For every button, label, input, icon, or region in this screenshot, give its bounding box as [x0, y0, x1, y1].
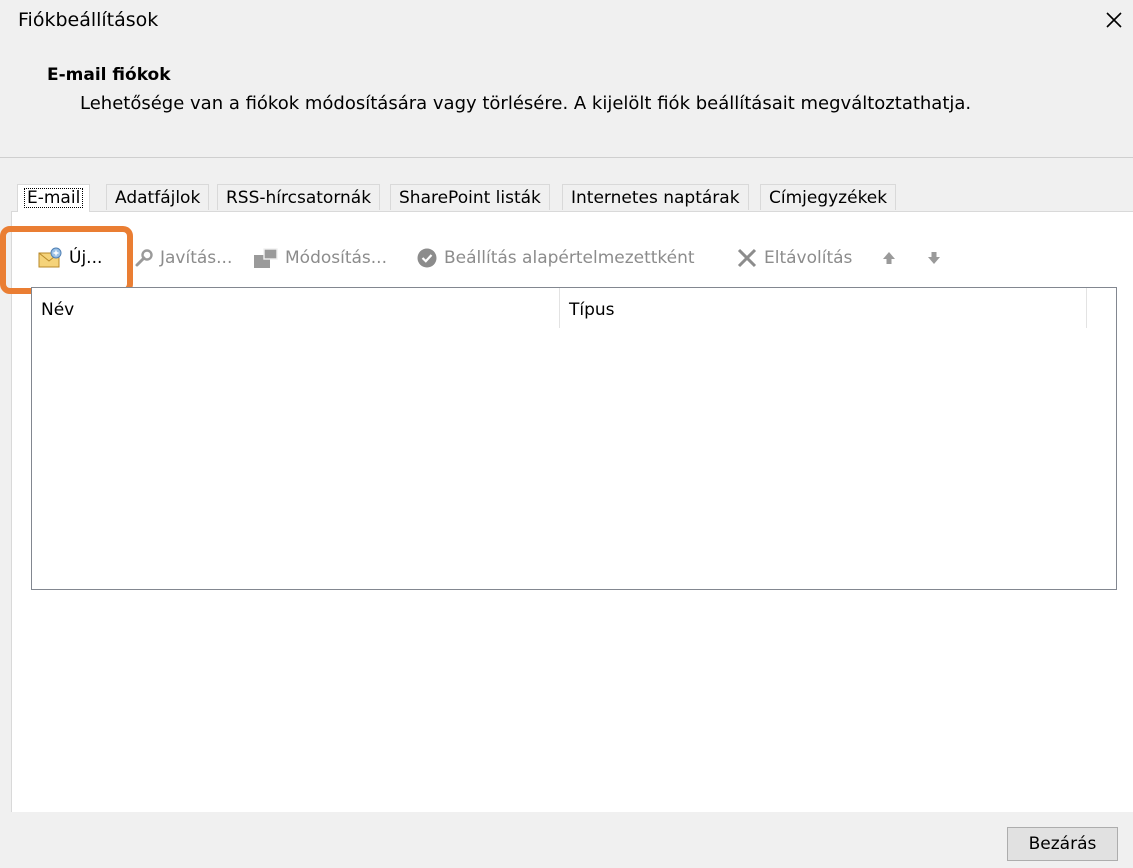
tab-email[interactable]: E-mail: [17, 184, 91, 212]
new-account-button[interactable]: Új...: [37, 244, 102, 272]
window-title: Fiókbeállítások: [18, 9, 159, 31]
tab-label: SharePoint listák: [399, 188, 541, 208]
section-title: E-mail fiókok: [47, 65, 171, 85]
tab-label: E-mail: [24, 188, 84, 208]
tab-rss-feeds[interactable]: RSS-hírcsatornák: [217, 184, 381, 210]
move-down-button[interactable]: [925, 244, 949, 272]
remove-x-icon: [737, 248, 757, 268]
tab-address-books[interactable]: Címjegyzékek: [760, 184, 897, 210]
new-mail-account-icon: [38, 247, 62, 268]
header-divider: [0, 157, 1133, 158]
tab-data-files[interactable]: Adatfájlok: [106, 184, 210, 210]
column-header-type[interactable]: Típus: [560, 288, 1086, 328]
set-default-button[interactable]: Beállítás alapértelmezettként: [416, 244, 695, 272]
check-circle-icon: [417, 248, 437, 268]
column-header-label: Név: [41, 300, 75, 320]
move-up-button[interactable]: [880, 244, 904, 272]
column-header-name[interactable]: Név: [32, 288, 559, 328]
remove-button[interactable]: Eltávolítás: [736, 244, 852, 272]
arrow-up-icon: [883, 252, 895, 264]
accounts-list[interactable]: Név Típus: [31, 287, 1117, 590]
change-label: Módosítás...: [285, 248, 387, 268]
tab-internet-calendars[interactable]: Internetes naptárak: [562, 184, 749, 210]
tab-label: RSS-hírcsatornák: [226, 188, 372, 208]
change-account-icon: [254, 248, 278, 268]
tab-label: Címjegyzékek: [769, 188, 888, 208]
repair-button[interactable]: Javítás...: [134, 244, 232, 272]
new-account-label: Új...: [69, 248, 103, 268]
column-divider[interactable]: [1086, 288, 1087, 328]
tab-sharepoint-lists[interactable]: SharePoint listák: [390, 184, 550, 210]
remove-label: Eltávolítás: [764, 248, 853, 268]
arrow-down-icon: [928, 252, 940, 264]
set-default-label: Beállítás alapértelmezettként: [444, 248, 695, 268]
close-button[interactable]: Bezárás: [1007, 827, 1118, 861]
wrench-icon: [135, 249, 153, 267]
close-icon[interactable]: [1098, 4, 1130, 36]
section-description: Lehetősége van a fiókok módosítására vag…: [80, 93, 972, 114]
tab-label: Adatfájlok: [115, 188, 201, 208]
change-button[interactable]: Módosítás...: [253, 244, 387, 272]
repair-label: Javítás...: [160, 248, 233, 268]
column-header-label: Típus: [569, 300, 615, 320]
tab-label: Internetes naptárak: [571, 188, 740, 208]
